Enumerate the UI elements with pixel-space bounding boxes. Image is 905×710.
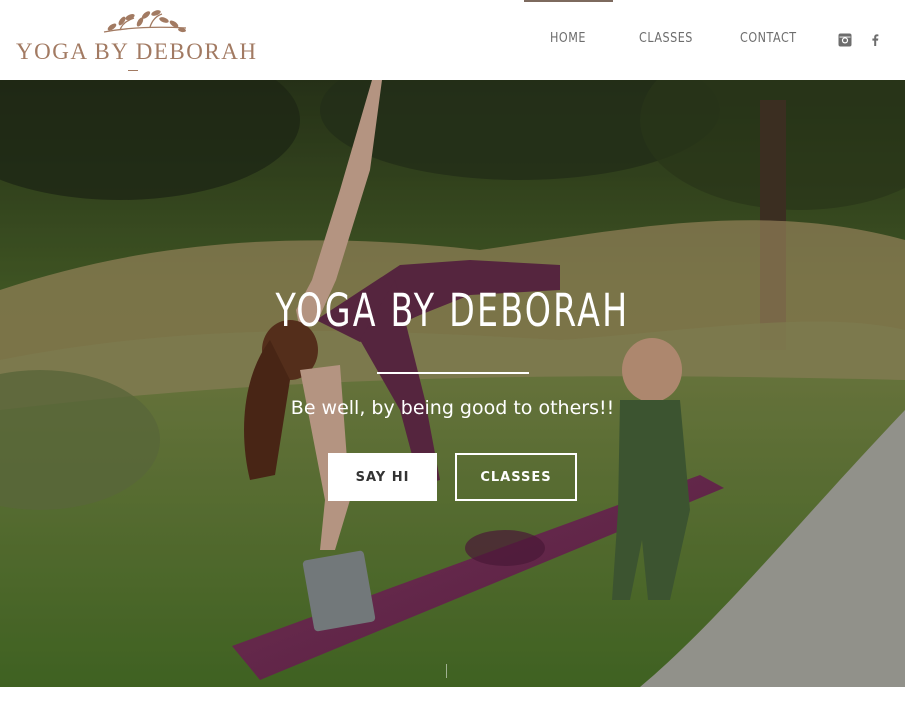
classes-button[interactable]: CLASSES (455, 453, 577, 501)
hero-divider (377, 372, 529, 374)
scroll-indicator[interactable] (446, 664, 447, 678)
hero-overlay (0, 80, 905, 687)
site-header: YOGA BY DEBORAH HOME CLASSES CONTACT (0, 0, 905, 80)
hero-tagline: Be well, by being good to others!! (290, 397, 615, 419)
nav-item-home[interactable]: HOME (550, 31, 586, 46)
nav-active-indicator (524, 0, 613, 2)
instagram-icon[interactable] (838, 33, 852, 47)
hero-title: YOGA BY DEBORAH (275, 284, 630, 337)
say-hi-button[interactable]: SAY HI (328, 453, 437, 501)
main-nav: HOME CLASSES CONTACT (0, 0, 905, 80)
facebook-icon[interactable] (868, 33, 882, 47)
hero-section: YOGA BY DEBORAH Be well, by being good t… (0, 80, 905, 687)
nav-item-classes[interactable]: CLASSES (639, 31, 693, 46)
nav-item-contact[interactable]: CONTACT (740, 31, 797, 46)
